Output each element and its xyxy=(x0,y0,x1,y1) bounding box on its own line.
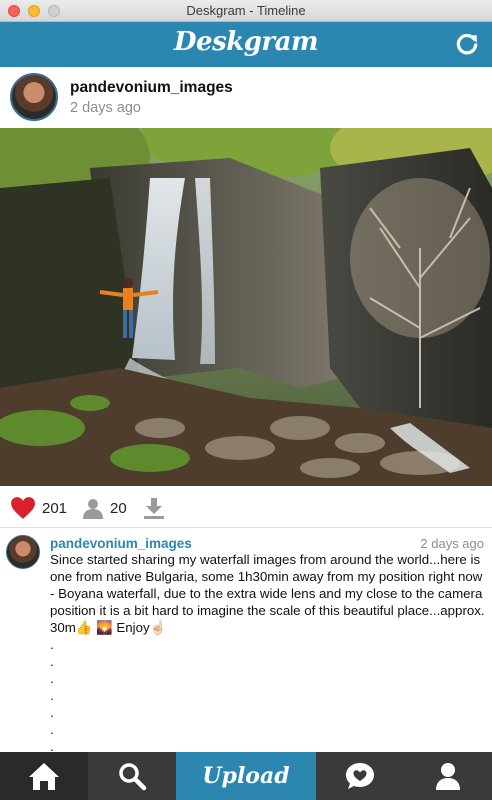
post-author[interactable]: pandevonium_images xyxy=(70,79,233,97)
tab-profile[interactable] xyxy=(404,752,492,800)
comment-avatar[interactable] xyxy=(6,535,40,569)
tab-search[interactable] xyxy=(88,752,176,800)
comment-text: Since started sharing my waterfall image… xyxy=(50,552,485,752)
comment: pandevonium_images 2 days ago Since star… xyxy=(0,529,492,752)
post-header: pandevonium_images 2 days ago xyxy=(0,67,492,128)
heart-bubble-icon xyxy=(346,763,374,789)
comment-count: 20 xyxy=(110,500,127,517)
search-icon xyxy=(119,763,147,791)
tab-activity[interactable] xyxy=(316,752,404,800)
download-icon[interactable] xyxy=(143,496,165,520)
tab-home[interactable] xyxy=(0,752,88,800)
profile-icon xyxy=(436,763,460,790)
tab-upload[interactable]: Upload xyxy=(176,752,316,800)
avatar[interactable] xyxy=(10,73,58,121)
comment-author[interactable]: pandevonium_images xyxy=(50,536,192,551)
post-actions: 201 20 xyxy=(0,486,492,528)
like-count: 201 xyxy=(42,500,68,517)
waterfall-photo xyxy=(0,128,492,486)
heart-icon[interactable] xyxy=(10,496,36,520)
app-logo: Deskgram xyxy=(174,27,318,57)
home-icon xyxy=(29,763,59,790)
window-title: Deskgram - Timeline xyxy=(186,3,306,18)
window-titlebar: Deskgram - Timeline xyxy=(0,0,492,22)
comment-time: 2 days ago xyxy=(420,536,484,551)
post-time: 2 days ago xyxy=(70,100,141,116)
user-icon[interactable] xyxy=(82,496,104,520)
app-header: Deskgram xyxy=(0,22,492,67)
post-photo[interactable] xyxy=(0,128,492,486)
bottom-tab-bar: Upload xyxy=(0,752,492,800)
refresh-icon[interactable] xyxy=(454,32,480,58)
